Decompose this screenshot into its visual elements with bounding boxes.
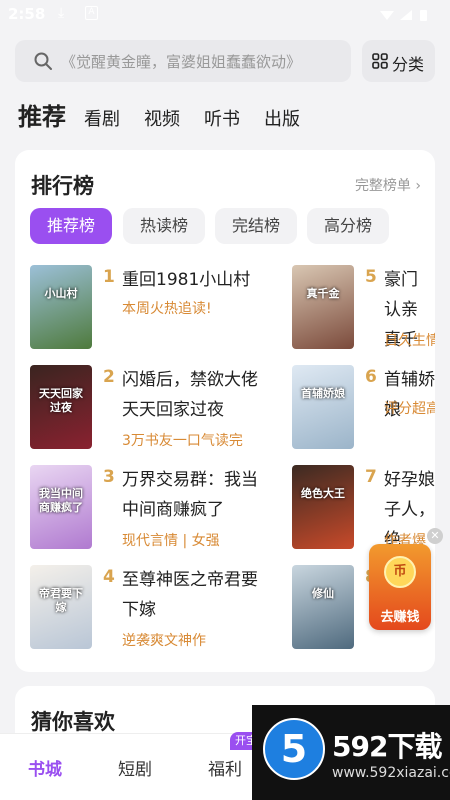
book-tag: 逆袭爽文神作: [122, 633, 206, 649]
ranking-tab-hot[interactable]: 热读榜: [123, 208, 205, 244]
guess-you-like-title: 猜你喜欢: [31, 710, 115, 734]
rank-number: 1: [103, 267, 115, 287]
cover-title-art: 首辅娇娘: [301, 387, 345, 400]
book-tag: 3万书友一口气读完: [122, 433, 243, 449]
cover-title-art: 我当中间商赚疯了: [39, 487, 83, 514]
book-item[interactable]: 帝君要下嫁 4 至尊神医之帝君要下嫁 逆袭爽文神作: [30, 565, 270, 649]
book-item[interactable]: 首辅娇娘 6 首辅娇娘 评分超高: [292, 365, 435, 449]
ranking-title: 排行榜: [31, 174, 94, 198]
cover-title-art: 绝色大王: [301, 487, 345, 500]
earn-money-button[interactable]: 币 去赚钱: [369, 544, 431, 630]
earn-money-label: 去赚钱: [380, 610, 420, 625]
category-label: 分类: [392, 55, 425, 74]
search-input[interactable]: 《觉醒黄金瞳，富婆姐姐蠢蠢欲动》: [15, 40, 351, 82]
cover-title-art: 小山村: [44, 287, 78, 300]
book-tag: 评分超高: [384, 401, 435, 417]
ranking-tab-top-rated[interactable]: 高分榜: [307, 208, 389, 244]
book-title[interactable]: 至尊神医之帝君要下嫁: [122, 565, 272, 625]
book-cover[interactable]: 真千金: [292, 265, 354, 349]
cover-title-art: 修仙: [312, 587, 334, 600]
category-button[interactable]: 分类: [362, 40, 435, 82]
book-item[interactable]: 天天回家过夜 2 闪婚后，禁欲大佬天天回家过夜 3万书友一口气读完: [30, 365, 270, 449]
book-tag: 本周火热追读!: [122, 301, 212, 317]
book-title[interactable]: 万界交易群：我当中间商赚疯了: [122, 465, 272, 525]
ranking-tab-completed[interactable]: 完结榜: [215, 208, 297, 244]
book-cover[interactable]: 天天回家过夜: [30, 365, 92, 449]
search-row: 《觉醒黄金瞳，富婆姐姐蠢蠢欲动》 分类: [15, 40, 435, 82]
book-tag: 日久生情: [384, 333, 435, 349]
rank-number: 5: [365, 267, 377, 287]
site-logo-icon: 5: [263, 718, 325, 780]
rank-number: 7: [365, 467, 377, 487]
book-item[interactable]: 小山村 1 重回1981小山村 本周火热追读!: [30, 265, 270, 349]
rank-number: 3: [103, 467, 115, 487]
search-icon: [34, 52, 52, 70]
ranking-tab-recommend[interactable]: 推荐榜: [30, 208, 112, 244]
book-tag: 现代言情 | 女强: [122, 533, 220, 549]
nav-bookstore[interactable]: 书城: [28, 755, 62, 780]
download-icon: ⤓: [58, 5, 65, 21]
close-icon[interactable]: ✕: [427, 528, 443, 544]
rank-number: 6: [365, 367, 377, 387]
cover-title-art: 帝君要下嫁: [39, 587, 83, 614]
app-notification-icon: A: [85, 6, 98, 20]
nav-welfare[interactable]: 福利: [208, 755, 242, 780]
logo-digit: 5: [281, 727, 307, 771]
book-item[interactable]: 我当中间商赚疯了 3 万界交易群：我当中间商赚疯了 现代言情 | 女强: [30, 465, 270, 549]
book-item[interactable]: 真千金 5 豪门认亲真千金 日久生情: [292, 265, 435, 349]
book-cover[interactable]: 首辅娇娘: [292, 365, 354, 449]
book-cover[interactable]: 小山村: [30, 265, 92, 349]
tab-video[interactable]: 视频: [144, 105, 180, 131]
nav-short-drama[interactable]: 短剧: [118, 755, 152, 780]
rank-number: 4: [103, 567, 115, 587]
watermark-brand: 592下载: [332, 730, 442, 763]
book-cover[interactable]: 我当中间商赚疯了: [30, 465, 92, 549]
rank-number: 2: [103, 367, 115, 387]
grid-icon: [372, 53, 388, 69]
search-placeholder: 《觉醒黄金瞳，富婆姐姐蠢蠢欲动》: [61, 53, 302, 71]
tab-recommend[interactable]: 推荐: [18, 97, 66, 132]
book-cover[interactable]: 修仙: [292, 565, 354, 649]
status-indicators-icon: [380, 10, 427, 21]
status-bar: 2:58 ⤓ A: [0, 0, 450, 30]
watermark-url: www.592xiazai.com: [332, 765, 450, 781]
book-title[interactable]: 闪婚后，禁欲大佬天天回家过夜: [122, 365, 272, 425]
book-title[interactable]: 重回1981小山村: [122, 265, 272, 295]
tab-drama[interactable]: 看剧: [84, 105, 120, 131]
watermark: 5 592下载 www.592xiazai.com: [252, 705, 450, 800]
tab-publishing[interactable]: 出版: [264, 105, 300, 131]
status-time: 2:58: [8, 5, 46, 23]
coin-icon: 币: [384, 556, 416, 588]
cover-title-art: 天天回家过夜: [39, 387, 83, 414]
book-cover[interactable]: 帝君要下嫁: [30, 565, 92, 649]
full-ranking-link[interactable]: 完整榜单 ›: [355, 175, 421, 195]
tab-audiobook[interactable]: 听书: [204, 105, 240, 131]
book-cover[interactable]: 绝色大王: [292, 465, 354, 549]
book-item[interactable]: 绝色大王 7 好孕娘子人，绝 作者爆: [292, 465, 435, 549]
cover-title-art: 真千金: [306, 287, 340, 300]
